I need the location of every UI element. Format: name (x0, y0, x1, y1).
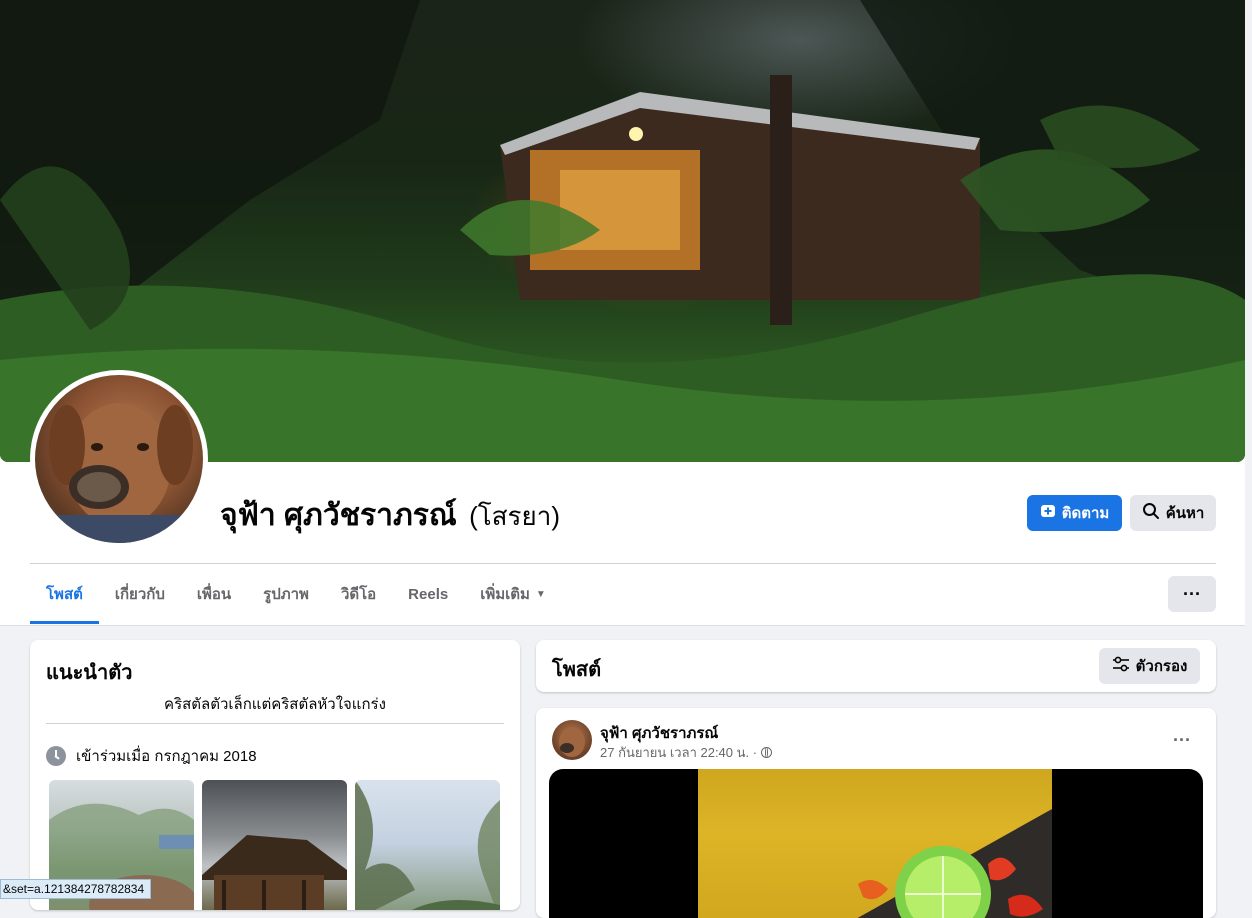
search-icon (1142, 502, 1160, 524)
profile-picture-frame[interactable] (30, 370, 208, 548)
scrollbar[interactable] (1245, 0, 1252, 899)
status-url-tooltip: &set=a.121384278782834 (0, 879, 152, 899)
tab-videos[interactable]: วิดีโอ (325, 564, 392, 624)
more-dots-icon: ··· (1173, 729, 1191, 750)
intro-bio: คริสตัลตัวเล็กแต่คริสตัลหัวใจแกร่ง (164, 696, 386, 713)
posts-header-card: โพสต์ ตัวกรอง (536, 640, 1216, 692)
clock-icon (46, 746, 66, 766)
tab-label: เกี่ยวกับ (114, 586, 165, 603)
tab-label: เพิ่มเติม (480, 586, 530, 603)
profile-avatar[interactable] (35, 375, 203, 543)
profile-display-name: จุฟ้า ศุภวัชราภรณ์ (220, 499, 457, 532)
profile-tabs: โพสต์ เกี่ยวกับ เพื่อน รูปภาพ วิดีโอ Ree… (30, 564, 562, 624)
intro-divider (46, 723, 504, 724)
search-button-label: ค้นหา (1165, 505, 1205, 522)
intro-joined-row: เข้าร่วมเมื่อ กรกฎาคม 2018 (46, 744, 257, 768)
filter-sliders-icon (1112, 656, 1130, 676)
tab-photos[interactable]: รูปภาพ (247, 564, 325, 624)
tab-more[interactable]: เพิ่มเติม ▼ (464, 564, 562, 624)
intro-card: แนะนำตัว คริสตัลตัวเล็กแต่คริสตัลหัวใจแก… (30, 640, 520, 910)
intro-photo[interactable] (355, 780, 500, 910)
posts-section-title: โพสต์ (552, 659, 602, 681)
tab-label: โพสต์ (46, 586, 83, 603)
profile-alternate-name: (โสรยา) (469, 501, 561, 531)
add-friend-icon (1040, 503, 1056, 523)
tab-label: วิดีโอ (340, 586, 377, 603)
intro-title: แนะนำตัว (46, 662, 133, 684)
follow-button[interactable]: ติดตาม (1027, 495, 1122, 531)
intro-joined-text: เข้าร่วมเมื่อ กรกฎาคม 2018 (76, 748, 257, 765)
caret-down-icon: ▼ (535, 588, 546, 600)
filter-button-label: ตัวกรอง (1135, 658, 1188, 675)
post-meta: 27 กันยายน เวลา 22:40 น. · (600, 742, 773, 763)
post-card: จุฟ้า ศุภวัชราภรณ์ 27 กันยายน เวลา 22:40… (536, 708, 1216, 918)
follow-button-label: ติดตาม (1061, 505, 1110, 522)
profile-header: จุฟ้า ศุภวัชราภรณ์ (โสรยา) ติดตาม ค้นหา … (0, 0, 1252, 626)
tab-label: เพื่อน (196, 586, 232, 603)
globe-icon (761, 747, 773, 758)
profile-name: จุฟ้า ศุภวัชราภรณ์ (โสรยา) (220, 492, 560, 539)
tab-label: รูปภาพ (263, 586, 309, 603)
more-dots-icon: ··· (1183, 583, 1201, 604)
post-image[interactable] (698, 769, 1052, 918)
tab-reels[interactable]: Reels (392, 564, 464, 624)
search-button[interactable]: ค้นหา (1130, 495, 1216, 531)
tab-about[interactable]: เกี่ยวกับ (99, 564, 181, 624)
intro-photo[interactable] (202, 780, 347, 910)
post-more-button[interactable]: ··· (1164, 722, 1200, 758)
tab-posts[interactable]: โพสต์ (30, 564, 99, 624)
post-author-avatar[interactable] (552, 720, 592, 760)
tab-label: Reels (408, 585, 449, 603)
filter-button[interactable]: ตัวกรอง (1099, 648, 1200, 684)
profile-more-button[interactable]: ··· (1168, 576, 1216, 612)
tab-friends[interactable]: เพื่อน (181, 564, 247, 624)
post-media[interactable] (549, 769, 1203, 918)
post-timestamp[interactable]: 27 กันยายน เวลา 22:40 น. · (600, 742, 757, 763)
